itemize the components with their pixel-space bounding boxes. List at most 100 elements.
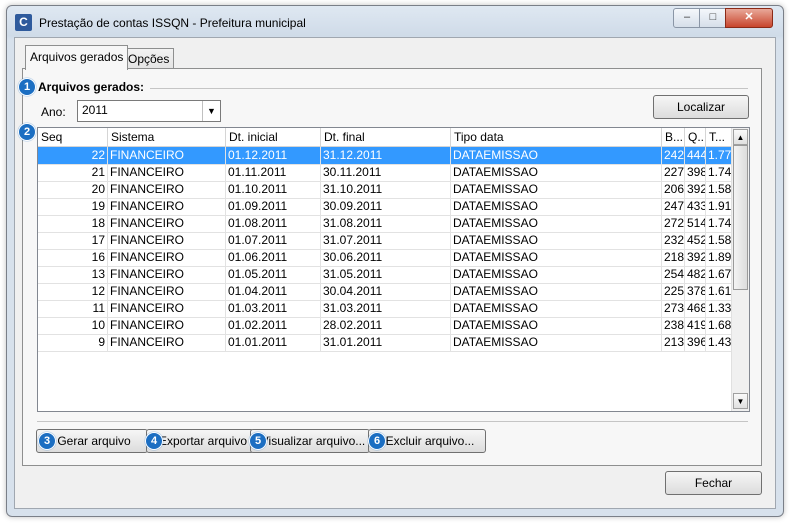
cell-sistema: FINANCEIRO bbox=[108, 334, 226, 351]
cell-dt-final: 31.10.2011 bbox=[321, 181, 451, 198]
actions-divider bbox=[37, 421, 748, 422]
cell-tipo-data: DATAEMISSAO bbox=[451, 164, 662, 181]
title-bar[interactable]: C Prestação de contas ISSQN - Prefeitura… bbox=[7, 6, 783, 36]
tab-arquivos-gerados[interactable]: Arquivos gerados bbox=[25, 45, 129, 70]
cell-sistema: FINANCEIRO bbox=[108, 181, 226, 198]
chevron-down-icon[interactable]: ▼ bbox=[202, 101, 220, 121]
cell-t: 1.74 bbox=[708, 164, 732, 181]
table-row[interactable]: 13 FINANCEIRO 01.05.2011 31.05.2011 DATAEMIS… bbox=[38, 266, 732, 284]
vertical-scrollbar[interactable]: ▲ ▼ bbox=[731, 128, 749, 411]
table-row[interactable]: 22 FINANCEIRO 01.12.2011 31.12.2011 DATAEMIS… bbox=[38, 147, 732, 165]
cell-dt-final: 30.09.2011 bbox=[321, 198, 451, 215]
cell-t: 1.68 bbox=[708, 317, 732, 334]
window-title: Prestação de contas ISSQN - Prefeitura m… bbox=[39, 16, 306, 30]
cell-b: 225 bbox=[664, 283, 685, 300]
cell-tipo-data: DATAEMISSAO bbox=[451, 283, 662, 300]
cell-q: 514 bbox=[687, 215, 706, 232]
cell-dt-inicial: 01.12.2011 bbox=[226, 147, 321, 164]
table-row[interactable]: 21 FINANCEIRO 01.11.2011 30.11.2011 DATAEMIS… bbox=[38, 164, 732, 182]
ano-select[interactable]: 2011 ▼ bbox=[77, 100, 221, 122]
section-title: Arquivos gerados: bbox=[38, 80, 145, 94]
column-header-q[interactable]: Q... bbox=[685, 128, 706, 146]
scroll-down-icon[interactable]: ▼ bbox=[733, 393, 748, 409]
cell-dt-inicial: 01.07.2011 bbox=[226, 232, 321, 249]
visualizar-arquivo-button[interactable]: Visualizar arquivo... bbox=[250, 429, 370, 453]
cell-dt-final: 31.05.2011 bbox=[321, 266, 451, 283]
grid-header: Seq Sistema Dt. inicial Dt. final Tipo d… bbox=[38, 128, 732, 147]
tab-opcoes[interactable]: Opções bbox=[123, 48, 175, 69]
column-header-tipo-data[interactable]: Tipo data bbox=[451, 128, 662, 146]
step-badge-2: 2 bbox=[18, 123, 36, 141]
scroll-thumb[interactable] bbox=[733, 145, 748, 290]
cell-dt-final: 28.02.2011 bbox=[321, 317, 451, 334]
cell-t: 1.77 bbox=[708, 147, 732, 164]
table-row[interactable]: 9 FINANCEIRO 01.01.2011 31.01.2011 DATAEMISS… bbox=[38, 334, 732, 352]
localizar-button[interactable]: Localizar bbox=[653, 95, 749, 119]
cell-dt-final: 31.08.2011 bbox=[321, 215, 451, 232]
cell-sistema: FINANCEIRO bbox=[108, 249, 226, 266]
cell-seq: 20 bbox=[38, 181, 108, 198]
ano-value: 2011 bbox=[82, 103, 108, 117]
cell-seq: 10 bbox=[38, 317, 108, 334]
cell-tipo-data: DATAEMISSAO bbox=[451, 317, 662, 334]
cell-tipo-data: DATAEMISSAO bbox=[451, 198, 662, 215]
files-grid[interactable]: Seq Sistema Dt. inicial Dt. final Tipo d… bbox=[37, 127, 750, 412]
table-row[interactable]: 18 FINANCEIRO 01.08.2011 31.08.2011 DATAEMIS… bbox=[38, 215, 732, 233]
cell-t: 1.33 bbox=[708, 300, 732, 317]
column-header-t[interactable]: T... bbox=[706, 128, 732, 146]
cell-dt-final: 31.12.2011 bbox=[321, 147, 451, 164]
ano-label: Ano: bbox=[41, 105, 66, 119]
cell-dt-final: 30.06.2011 bbox=[321, 249, 451, 266]
fechar-button[interactable]: Fechar bbox=[665, 471, 762, 495]
cell-q: 378 bbox=[687, 283, 706, 300]
cell-dt-inicial: 01.09.2011 bbox=[226, 198, 321, 215]
cell-dt-inicial: 01.03.2011 bbox=[226, 300, 321, 317]
scroll-up-icon[interactable]: ▲ bbox=[733, 129, 748, 145]
cell-tipo-data: DATAEMISSAO bbox=[451, 334, 662, 351]
column-header-dt-inicial[interactable]: Dt. inicial bbox=[226, 128, 321, 146]
table-row[interactable]: 17 FINANCEIRO 01.07.2011 31.07.2011 DATAEMIS… bbox=[38, 232, 732, 250]
cell-q: 398 bbox=[687, 164, 706, 181]
cell-b: 218 bbox=[664, 249, 685, 266]
cell-b: 232 bbox=[664, 232, 685, 249]
table-row[interactable]: 20 FINANCEIRO 01.10.2011 31.10.2011 DATAEMIS… bbox=[38, 181, 732, 199]
cell-sistema: FINANCEIRO bbox=[108, 198, 226, 215]
cell-seq: 9 bbox=[38, 334, 108, 351]
cell-seq: 21 bbox=[38, 164, 108, 181]
cell-t: 1.91 bbox=[708, 198, 732, 215]
cell-dt-final: 30.04.2011 bbox=[321, 283, 451, 300]
column-header-dt-final[interactable]: Dt. final bbox=[321, 128, 451, 146]
cell-t: 1.58 bbox=[708, 232, 732, 249]
close-button[interactable]: ✕ bbox=[725, 8, 773, 28]
cell-dt-final: 31.01.2011 bbox=[321, 334, 451, 351]
column-header-b[interactable]: B... bbox=[662, 128, 685, 146]
table-row[interactable]: 11 FINANCEIRO 01.03.2011 31.03.2011 DATAEMIS… bbox=[38, 300, 732, 318]
table-row[interactable]: 19 FINANCEIRO 01.09.2011 30.09.2011 DATAEMIS… bbox=[38, 198, 732, 216]
column-header-seq[interactable]: Seq bbox=[38, 128, 108, 146]
cell-tipo-data: DATAEMISSAO bbox=[451, 181, 662, 198]
cell-sistema: FINANCEIRO bbox=[108, 232, 226, 249]
cell-b: 242 bbox=[664, 147, 685, 164]
cell-tipo-data: DATAEMISSAO bbox=[451, 300, 662, 317]
cell-dt-inicial: 01.10.2011 bbox=[226, 181, 321, 198]
table-row[interactable]: 10 FINANCEIRO 01.02.2011 28.02.2011 DATAEMIS… bbox=[38, 317, 732, 335]
table-row[interactable]: 16 FINANCEIRO 01.06.2011 30.06.2011 DATAEMIS… bbox=[38, 249, 732, 267]
cell-dt-final: 31.07.2011 bbox=[321, 232, 451, 249]
cell-b: 273 bbox=[664, 300, 685, 317]
maximize-button[interactable]: □ bbox=[699, 8, 727, 28]
cell-tipo-data: DATAEMISSAO bbox=[451, 147, 662, 164]
cell-sistema: FINANCEIRO bbox=[108, 147, 226, 164]
cell-b: 206 bbox=[664, 181, 685, 198]
table-row[interactable]: 12 FINANCEIRO 01.04.2011 30.04.2011 DATAEMIS… bbox=[38, 283, 732, 301]
cell-seq: 11 bbox=[38, 300, 108, 317]
cell-seq: 13 bbox=[38, 266, 108, 283]
cell-t: 1.74 bbox=[708, 215, 732, 232]
cell-seq: 17 bbox=[38, 232, 108, 249]
column-header-sistema[interactable]: Sistema bbox=[108, 128, 226, 146]
cell-q: 392 bbox=[687, 249, 706, 266]
cell-seq: 22 bbox=[38, 147, 108, 164]
minimize-button[interactable]: – bbox=[673, 8, 701, 28]
cell-dt-inicial: 01.04.2011 bbox=[226, 283, 321, 300]
cell-dt-final: 30.11.2011 bbox=[321, 164, 451, 181]
cell-t: 1.67 bbox=[708, 266, 732, 283]
